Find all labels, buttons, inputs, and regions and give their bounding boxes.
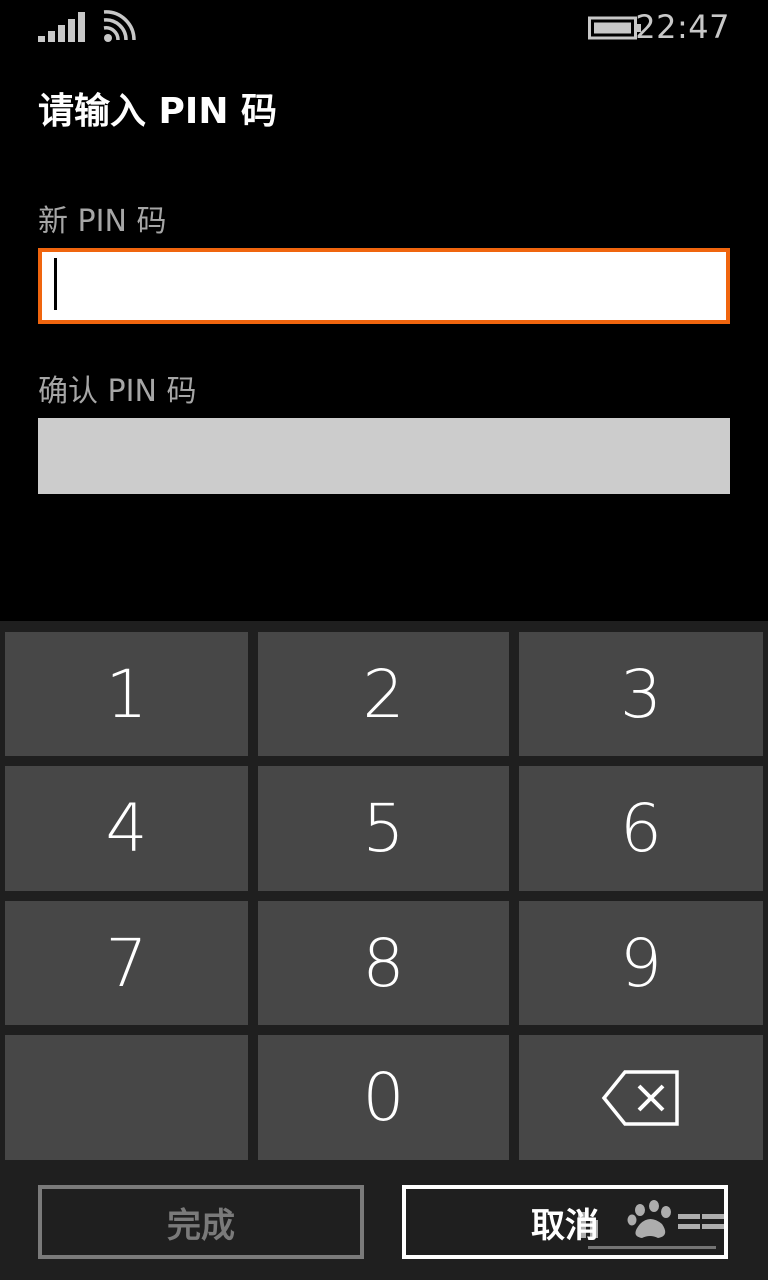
signal-bars-icon	[38, 12, 85, 42]
key-1[interactable]: 1	[5, 632, 248, 756]
key-4[interactable]: 4	[5, 766, 248, 891]
key-3[interactable]: 3	[519, 632, 763, 756]
confirm-pin-label: 确认 PIN 码	[38, 374, 197, 409]
new-pin-label: 新 PIN 码	[38, 204, 167, 239]
text-caret	[54, 258, 57, 310]
key-5[interactable]: 5	[258, 766, 509, 891]
done-button[interactable]: 完成	[38, 1185, 364, 1259]
confirm-pin-input[interactable]	[38, 418, 730, 494]
battery-icon	[588, 16, 641, 40]
key-6[interactable]: 6	[519, 766, 763, 891]
new-pin-input[interactable]	[38, 248, 730, 324]
wifi-icon	[103, 10, 136, 42]
pin-setup-screen: 22:47 请输入 PIN 码 新 PIN 码 确认 PIN 码 1 2 3 4…	[0, 0, 768, 1280]
key-9[interactable]: 9	[519, 901, 763, 1025]
page-title: 请输入 PIN 码	[38, 91, 277, 132]
status-time: 22:47	[635, 8, 730, 46]
baidu-jingyan-watermark-logo	[578, 1200, 724, 1249]
status-bar: 22:47	[0, 0, 768, 56]
backspace-key[interactable]	[519, 1035, 763, 1160]
key-blank	[5, 1035, 248, 1160]
key-0[interactable]: 0	[258, 1035, 509, 1160]
key-8[interactable]: 8	[258, 901, 509, 1025]
numeric-keypad: 1 2 3 4 5 6 7 8 9 0 完成 取消	[0, 621, 768, 1280]
backspace-icon	[601, 1069, 679, 1126]
key-7[interactable]: 7	[5, 901, 248, 1025]
key-2[interactable]: 2	[258, 632, 509, 756]
